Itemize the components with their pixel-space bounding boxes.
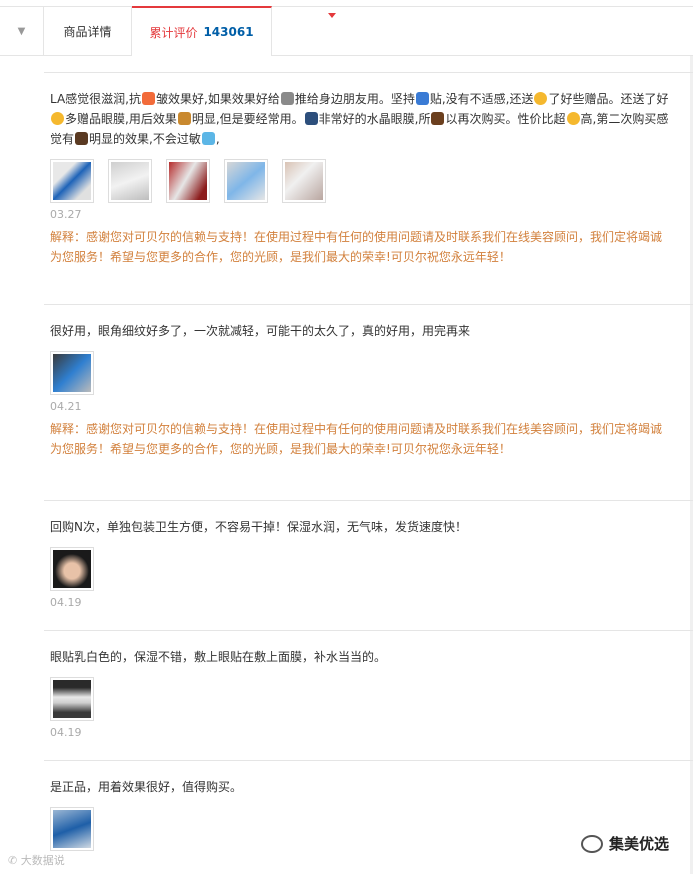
review-photo[interactable]	[108, 159, 152, 203]
active-tab-caret-icon	[328, 13, 336, 18]
review-photo[interactable]	[282, 159, 326, 203]
review-photo[interactable]	[50, 351, 94, 395]
review-photo[interactable]	[50, 807, 94, 851]
review-date: 03.27	[50, 208, 82, 221]
bag-emoji-icon	[431, 112, 445, 125]
review-text: LA感觉很滋润,抗 皱效果好,如果效果好给 推给身边朋友用。坚持 贴,没有不适感,还送…	[50, 92, 669, 146]
review-text: 很好用，眼角细纹好多了，一次就减轻，可能干的太久了，真的好用，用完再来	[50, 324, 471, 338]
review-count: 143061	[203, 25, 254, 39]
seller-reply: 解释：感谢您对可贝尔的信赖与支持！在使用过程中有任何的使用问题请及时联系我们在线…	[50, 230, 663, 264]
review-photos	[50, 547, 673, 591]
tab-reviews-label: 累计评价	[149, 25, 198, 40]
wechat-icon	[580, 834, 603, 853]
tab-product-detail[interactable]: 商品详情	[44, 7, 132, 55]
review-date: 04.19	[50, 596, 82, 609]
review-item: LA感觉很滋润,抗 皱效果好,如果效果好给 推给身边朋友用。坚持 贴,没有不适感,还送…	[44, 72, 693, 304]
review-photos	[50, 677, 673, 721]
seller-reply: 解释：感谢您对可贝尔的信赖与支持！在使用过程中有任何的使用问题请及时联系我们在线…	[50, 422, 663, 456]
review-photo[interactable]	[224, 159, 268, 203]
review-date: 04.21	[50, 400, 82, 413]
review-photo[interactable]	[166, 159, 210, 203]
tab-dropdown[interactable]: ▼	[0, 7, 44, 55]
clock-emoji-icon	[142, 92, 155, 105]
weibo-icon: ✆	[8, 854, 18, 867]
review-photos	[50, 351, 673, 395]
watermark-left: ✆ 大数据说	[8, 854, 65, 867]
review-item: 很好用，眼角细纹好多了，一次就减轻，可能干的太久了，真的好用，用完再来 04.2…	[44, 304, 693, 500]
cool-emoji-icon	[415, 92, 429, 105]
tab-reviews[interactable]: 累计评价 143061	[132, 6, 336, 56]
animal-emoji-icon	[177, 112, 191, 125]
review-text: 眼贴乳白色的，保湿不错，敷上眼贴在敷上面膜，补水当当的。	[50, 650, 387, 664]
bear-emoji-icon	[75, 132, 89, 145]
review-text: 是正品，用着效果很好，值得购买。	[50, 780, 243, 794]
review-item: 回购N次，单独包装卫生方便，不容易干掉！保湿水润，无气味，发货速度快！ 04.1…	[44, 500, 693, 630]
review-item: 眼贴乳白色的，保湿不错，敷上眼贴在敷上面膜，补水当当的。 04.19	[44, 630, 693, 760]
chevron-down-icon: ▼	[17, 25, 26, 37]
watermark-right: 集美优选	[580, 833, 669, 854]
review-photos	[50, 807, 673, 851]
face-emoji-icon	[534, 92, 548, 105]
product-tab-bar: ▼ 商品详情 累计评价 143061	[0, 6, 693, 56]
review-photo[interactable]	[50, 677, 94, 721]
binoculars-emoji-icon	[304, 112, 318, 125]
review-photo[interactable]	[50, 547, 94, 591]
face-emoji-icon	[566, 112, 580, 125]
pen-emoji-icon	[280, 92, 294, 105]
review-text: 回购N次，单独包装卫生方便，不容易干掉！保湿水润，无气味，发货速度快！	[50, 520, 467, 534]
face-emoji-icon	[51, 112, 64, 125]
review-photo[interactable]	[50, 159, 94, 203]
bath-emoji-icon	[201, 132, 215, 145]
review-date: 04.19	[50, 726, 82, 739]
review-photos	[50, 159, 673, 203]
tab-product-detail-label: 商品详情	[63, 24, 112, 39]
review-item: 是正品，用着效果很好，值得购买。	[44, 760, 693, 874]
